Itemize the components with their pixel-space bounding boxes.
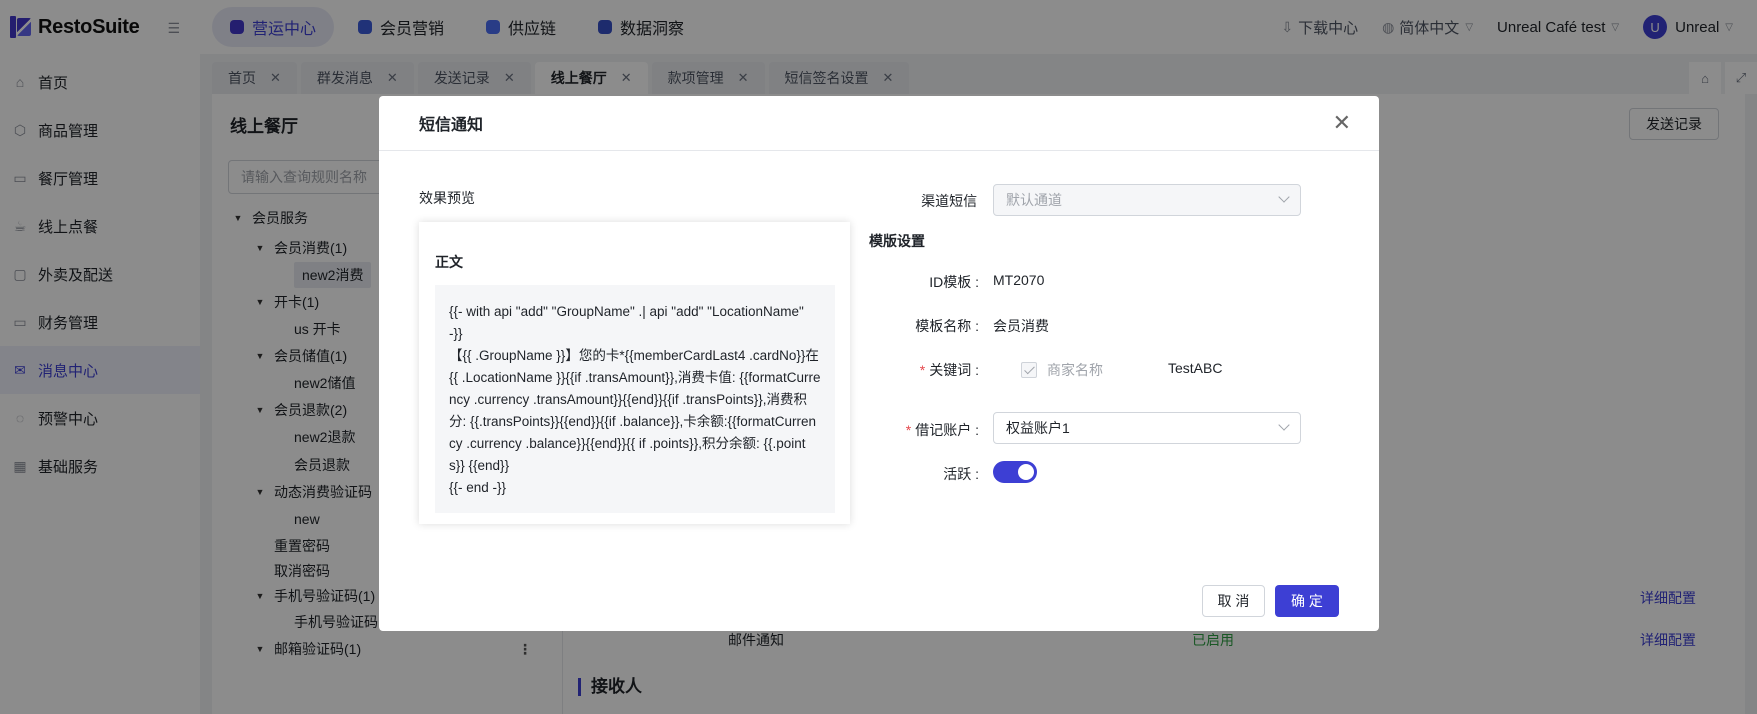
close-icon[interactable]: ✕: [1333, 112, 1351, 134]
chevron-down-icon: [1278, 419, 1290, 431]
template-name: 会员消费: [993, 318, 1049, 334]
cancel-button[interactable]: 取 消: [1202, 585, 1265, 617]
checkbox-icon: [1021, 362, 1037, 378]
template-name-label: 模板名称 :: [915, 318, 979, 334]
sms-body-preview: {{- with api "add" "GroupName" .| api "a…: [435, 285, 835, 513]
account-label-text: 借记账户 :: [915, 422, 979, 438]
keyword-label-text: 关键词 :: [929, 362, 979, 378]
keyword-label: * 关键词 :: [859, 360, 979, 380]
confirm-button[interactable]: 确 定: [1275, 585, 1339, 617]
channel-label-text: 渠道短信: [921, 193, 978, 209]
required-mark: *: [905, 422, 912, 438]
active-label: 活跃 :: [943, 466, 979, 482]
account-select[interactable]: 权益账户1: [993, 412, 1301, 444]
dialog-title: 短信通知: [379, 96, 1379, 151]
account-value: 权益账户1: [1006, 420, 1070, 436]
sms-notification-dialog: 短信通知 ✕ 效果预览 正文 {{- with api "add" "Group…: [379, 96, 1379, 631]
template-id-label: ID模板 :: [929, 274, 979, 290]
keyword-option: 商家名称: [1047, 362, 1103, 378]
channel-value: 默认通道: [1006, 192, 1062, 208]
keyword-checkbox: 商家名称: [1021, 360, 1103, 380]
preview-label: 效果预览: [419, 190, 475, 206]
channel-label: 渠道短信 ：: [885, 191, 1005, 211]
body-label: 正文: [435, 254, 463, 270]
keyword-value: TestABC: [1168, 360, 1223, 376]
preview-card: 正文 {{- with api "add" "GroupName" .| api…: [419, 222, 850, 524]
template-id: MT2070: [993, 272, 1045, 288]
required-mark: *: [919, 362, 926, 378]
channel-select: 默认通道: [993, 184, 1301, 216]
account-label: * 借记账户 :: [859, 420, 979, 440]
toggle-knob: [1018, 464, 1034, 480]
template-section-title: 模版设置: [869, 233, 925, 249]
chevron-down-icon: [1278, 191, 1290, 203]
active-toggle[interactable]: [993, 461, 1037, 483]
